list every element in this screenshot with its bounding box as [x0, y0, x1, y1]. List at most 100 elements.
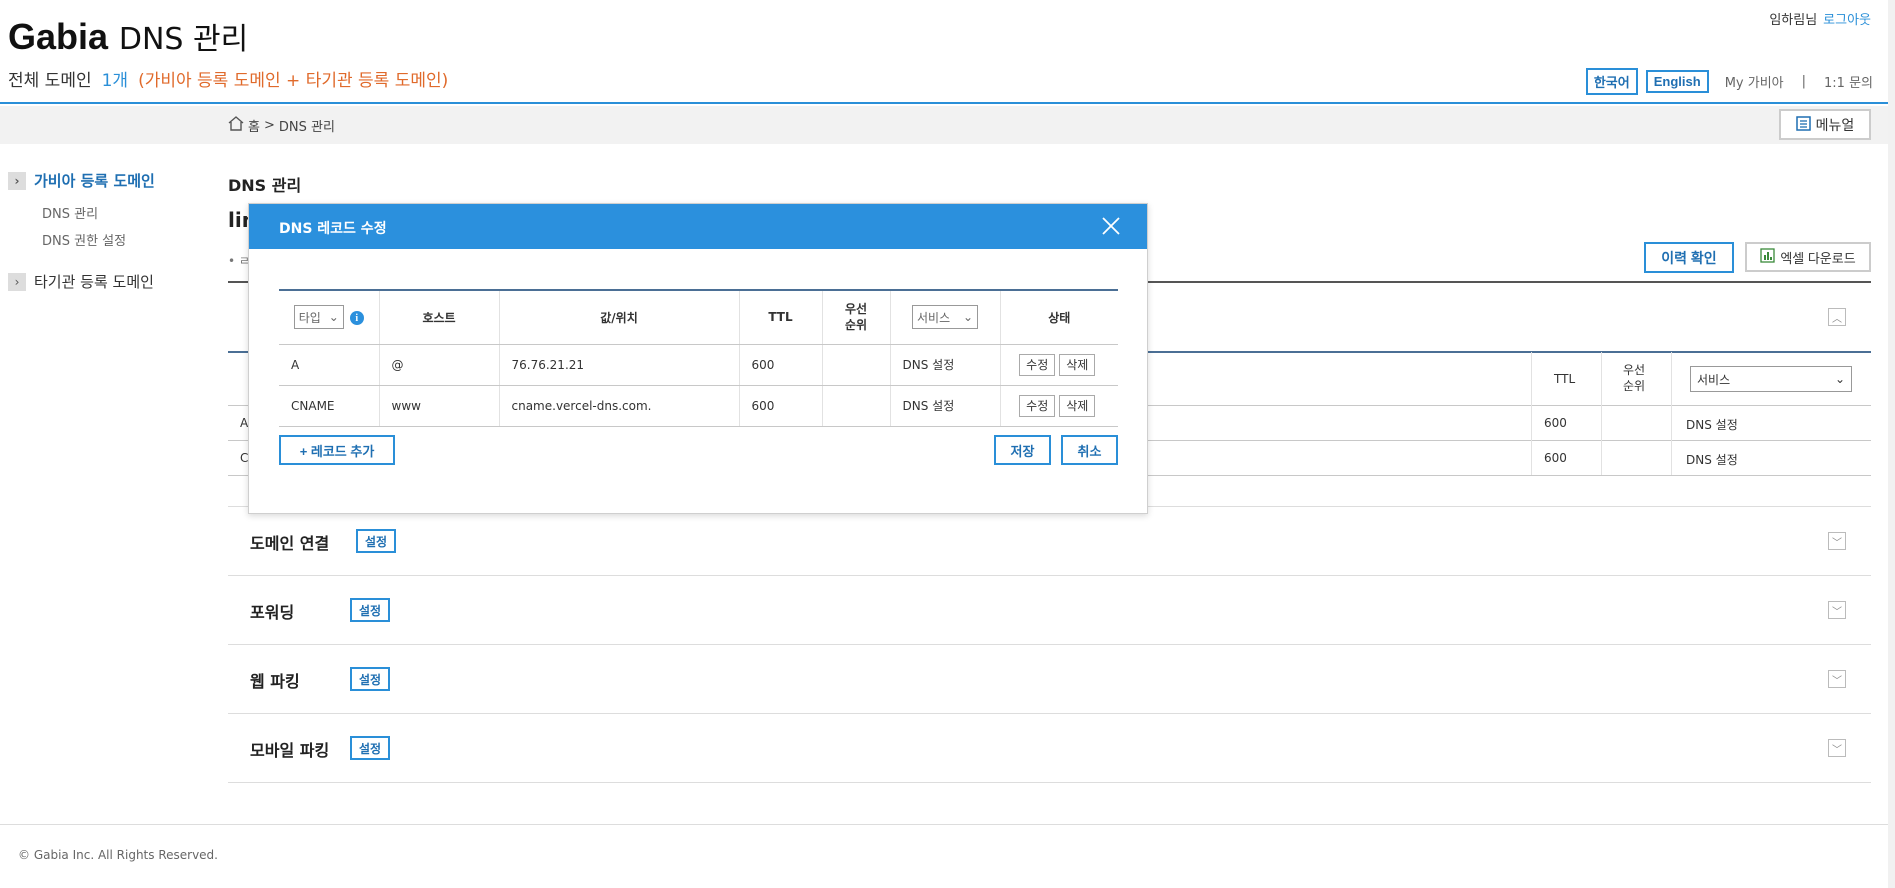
status-header: 상태: [1000, 289, 1118, 345]
breadcrumb-sep: >: [263, 118, 275, 133]
breadcrumb-bar: 홈 > DNS 관리 메뉴얼: [0, 106, 1895, 144]
type-filter-select[interactable]: 타입 ⌄: [293, 305, 344, 330]
footer-copyright: © Gabia Inc. All Rights Reserved.: [18, 848, 218, 862]
info-bullet: • ㄹ: [228, 254, 250, 268]
service-filter-select[interactable]: 서비스 ⌄: [912, 305, 978, 330]
delete-record-button[interactable]: 삭제: [1059, 353, 1096, 376]
save-button[interactable]: 저장: [994, 435, 1051, 465]
bg-row-type: A: [240, 416, 249, 430]
ttl-header: TTL: [739, 289, 823, 345]
table-header-row: 타입 ⌄ i 호스트 값/위치 TTL 우선 순위 서비스 ⌄ 상태: [279, 289, 1118, 345]
header: Gabia DNS 관리 전체 도메인 1개 (가비아 등록 도메인 + 타기관 등…: [0, 0, 1895, 104]
bg-priority-header: 우선 순위: [1623, 363, 1646, 393]
section-forwarding: 포워딩: [250, 603, 295, 622]
bg-service-select[interactable]: 서비스 ⌄: [1690, 366, 1852, 392]
history-button[interactable]: 이력 확인: [1644, 242, 1734, 273]
chevron-down-icon[interactable]: ﹀: [1828, 532, 1846, 550]
app-title: DNS 관리: [118, 22, 249, 57]
bg-row-ttl: 600: [1544, 451, 1567, 465]
record-value: cname.vercel-dns.com.: [499, 385, 740, 427]
edit-record-button[interactable]: 수정: [1019, 353, 1056, 376]
forwarding-set-button[interactable]: 설정: [350, 598, 391, 622]
record-type: CNAME: [279, 385, 380, 427]
cancel-button[interactable]: 취소: [1061, 435, 1118, 465]
chart-icon: [1760, 248, 1775, 266]
record-service: DNS 설정: [890, 385, 1001, 427]
summary-label: 전체 도메인: [8, 71, 92, 91]
summary-count: 1개: [101, 71, 129, 91]
page-title: DNS 관리: [228, 176, 302, 195]
modal-header: DNS 레코드 수정: [249, 204, 1147, 249]
host-header: 호스트: [379, 289, 500, 345]
chevron-down-icon: ⌄: [328, 310, 339, 325]
section-domain-connect: 도메인 연결: [250, 534, 330, 553]
chevron-down-icon[interactable]: ﹀: [1828, 670, 1846, 688]
divider: [228, 575, 1871, 576]
bg-row-ttl: 600: [1544, 416, 1567, 430]
table-row: A @ 76.76.21.21 600 DNS 설정 수정 삭제: [279, 344, 1118, 386]
logout-link[interactable]: 로그아웃: [1823, 13, 1871, 28]
modal-title: DNS 레코드 수정: [279, 221, 387, 237]
service-filter-label: 서비스: [917, 310, 951, 325]
record-value: 76.76.21.21: [499, 344, 740, 386]
mobile-parking-set-button[interactable]: 설정: [350, 736, 391, 760]
bg-row-service: DNS 설정: [1686, 453, 1738, 467]
sidebar-item-dns-manage[interactable]: DNS 관리: [0, 203, 200, 222]
summary-note: (가비아 등록 도메인 + 타기관 등록 도메인): [138, 71, 449, 91]
separator: |: [1801, 74, 1807, 89]
close-icon[interactable]: [1097, 212, 1125, 240]
chevron-down-icon: ⌄: [1834, 372, 1845, 386]
inquiry-link[interactable]: 1:1 문의: [1824, 72, 1873, 91]
divider: [228, 782, 1871, 783]
chevron-down-icon[interactable]: ﹀: [1828, 601, 1846, 619]
delete-record-button[interactable]: 삭제: [1059, 394, 1096, 417]
priority-header: 우선 순위: [822, 289, 891, 345]
lang-bar: 한국어 English My 가비아 | 1:1 문의: [1585, 68, 1873, 95]
lang-ko-button[interactable]: 한국어: [1585, 68, 1638, 95]
sidebar: › 가비아 등록 도메인 DNS 관리 DNS 권한 설정 › 타기관 등록 도…: [0, 170, 200, 292]
divider: [228, 713, 1871, 714]
priority-header-line1: 우선: [844, 302, 868, 317]
dns-record-edit-modal: DNS 레코드 수정 타입 ⌄ i 호스트 값/위치 TTL 우선 순위 서비스: [248, 203, 1148, 514]
priority-header-line2: 순위: [844, 318, 868, 333]
bg-service-label: 서비스: [1697, 372, 1731, 387]
lang-en-button[interactable]: English: [1645, 70, 1709, 93]
web-parking-set-button[interactable]: 설정: [350, 667, 391, 691]
chevron-down-icon[interactable]: ﹀: [1828, 739, 1846, 757]
breadcrumb-home[interactable]: 홈: [248, 116, 260, 135]
record-priority: [822, 385, 891, 427]
scrollbar[interactable]: [1888, 0, 1895, 888]
bg-row-service: DNS 설정: [1686, 418, 1738, 432]
record-host: @: [379, 344, 500, 386]
value-header: 값/위치: [499, 289, 740, 345]
home-icon[interactable]: [228, 116, 244, 135]
record-service: DNS 설정: [890, 344, 1001, 386]
chevron-right-icon: ›: [8, 171, 26, 190]
my-gabia-link[interactable]: My 가비아: [1725, 72, 1784, 91]
excel-label: 엑셀 다운로드: [1780, 250, 1856, 266]
chevron-right-icon: ›: [8, 272, 26, 291]
record-host: www: [379, 385, 500, 427]
chevron-up-icon[interactable]: ︿: [1828, 308, 1846, 326]
chevron-down-icon: ⌄: [962, 310, 973, 325]
sidebar-item-gabia-domains[interactable]: › 가비아 등록 도메인: [0, 170, 200, 191]
sidebar-item-dns-permission[interactable]: DNS 권한 설정: [0, 230, 200, 249]
brand-name: Gabia: [8, 16, 109, 57]
record-actions: 수정 삭제: [1000, 385, 1118, 427]
breadcrumb-current: DNS 관리: [278, 120, 335, 135]
logo[interactable]: Gabia DNS 관리: [8, 14, 248, 58]
edit-record-button[interactable]: 수정: [1019, 394, 1056, 417]
domain-summary: 전체 도메인 1개 (가비아 등록 도메인 + 타기관 등록 도메인): [8, 66, 448, 91]
excel-download-button[interactable]: 엑셀 다운로드: [1745, 242, 1871, 272]
document-icon: [1795, 115, 1811, 134]
add-record-button[interactable]: + 레코드 추가: [279, 435, 395, 465]
record-priority: [822, 344, 891, 386]
info-icon[interactable]: i: [349, 311, 364, 326]
domain-connect-set-button[interactable]: 설정: [356, 529, 397, 553]
section-mobile-parking: 모바일 파킹: [250, 741, 330, 760]
record-type: A: [279, 344, 380, 386]
dns-record-table: 타입 ⌄ i 호스트 값/위치 TTL 우선 순위 서비스 ⌄ 상태 A @ 76.7…: [279, 289, 1118, 427]
manual-button[interactable]: 메뉴얼: [1779, 109, 1871, 140]
sidebar-item-other-domains[interactable]: › 타기관 등록 도메인: [0, 271, 200, 292]
record-ttl: 600: [739, 385, 823, 427]
